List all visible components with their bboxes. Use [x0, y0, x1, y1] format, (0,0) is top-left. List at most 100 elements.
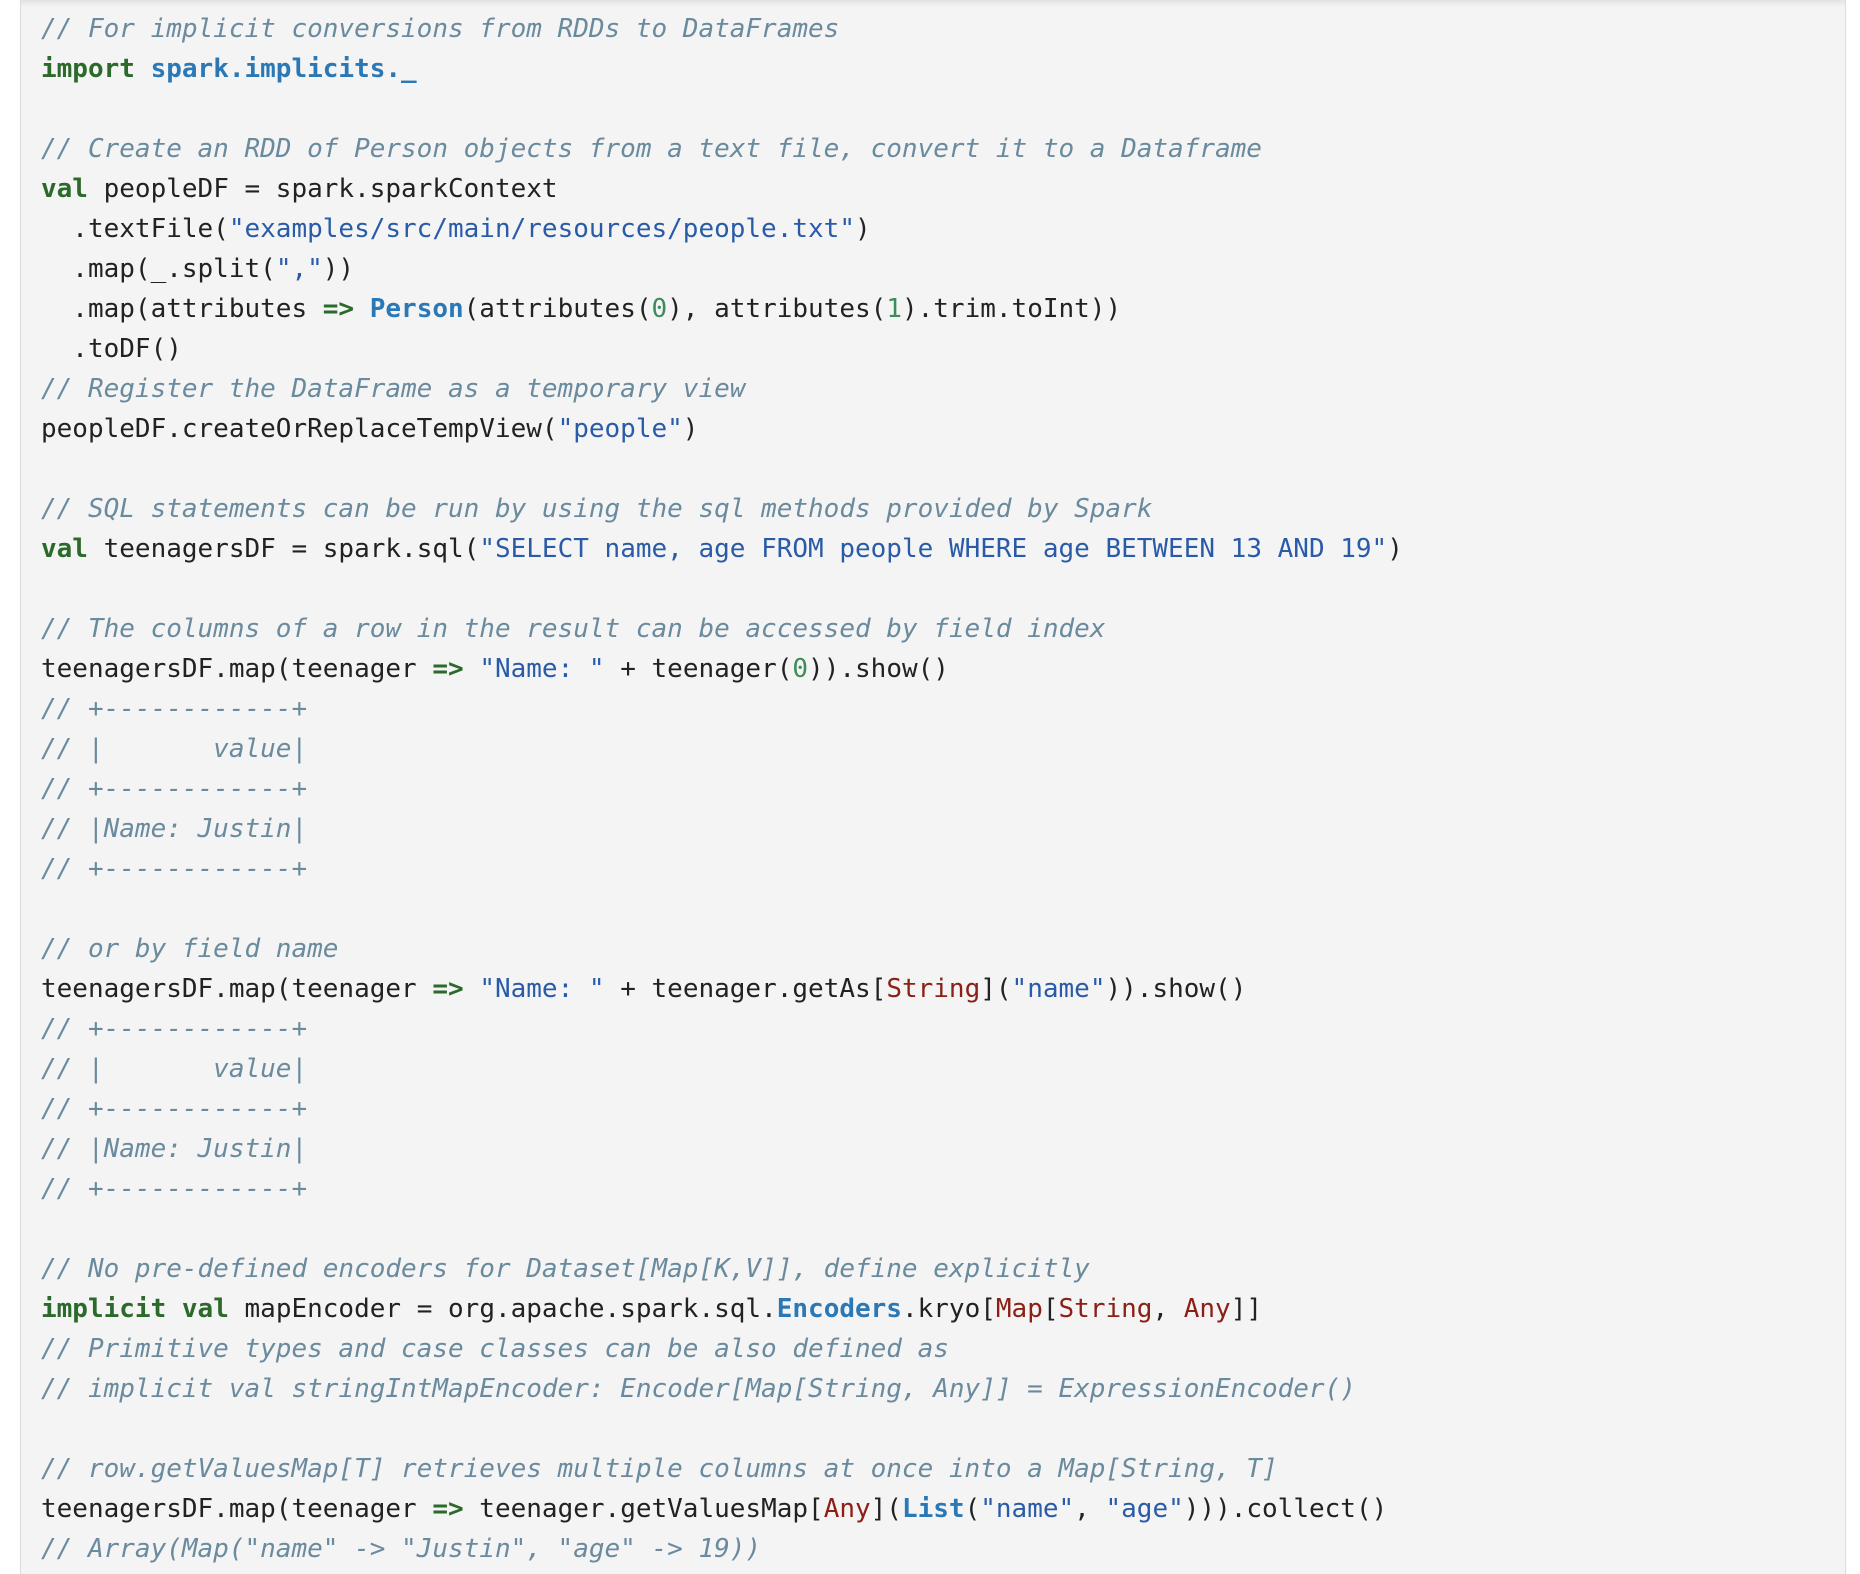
- code-token: Map: [995, 1294, 1043, 1324]
- code-token: )): [322, 254, 355, 284]
- code-token: ,: [1074, 1494, 1106, 1524]
- code-token: val: [181, 1294, 229, 1324]
- code-line: // | value|: [41, 729, 1845, 769]
- code-token: ]]: [1230, 1294, 1263, 1324]
- code-token: ): [682, 414, 699, 444]
- code-line: // Array(Map("name" -> "Justin", "age" -…: [41, 1529, 1845, 1569]
- code-token: teenager.getValuesMap[: [463, 1494, 824, 1524]
- code-token: // +------------+: [41, 694, 308, 724]
- code-token: peopleDF.createOrReplaceTempView(: [41, 414, 558, 444]
- code-line: teenagersDF.map(teenager => teenager.get…: [41, 1489, 1845, 1529]
- code-token: mapEncoder = org.apache.spark.sql.: [228, 1294, 777, 1324]
- code-line: // +------------+: [41, 1089, 1845, 1129]
- code-token: ](: [980, 974, 1012, 1004]
- code-token: teenagersDF.map(teenager: [41, 974, 433, 1004]
- code-block[interactable]: // For implicit conversions from RDDs to…: [20, 0, 1846, 1574]
- top-shadow: [21, 1, 1845, 7]
- code-token: List: [901, 1494, 965, 1524]
- page: // For implicit conversions from RDDs to…: [0, 0, 1860, 1574]
- code-token: .textFile(: [41, 214, 229, 244]
- code-token: )).show(): [1105, 974, 1247, 1004]
- code-token: implicit: [41, 1294, 167, 1324]
- code-line: // SQL statements can be run by using th…: [41, 489, 1845, 529]
- code-line: // +------------+: [41, 689, 1845, 729]
- code-line: val teenagersDF = spark.sql("SELECT name…: [41, 529, 1845, 569]
- code-token: ).trim.toInt)): [901, 294, 1122, 324]
- code-token: // +------------+: [41, 1094, 308, 1124]
- code-line: // or by field name: [41, 929, 1845, 969]
- code-token: teenagersDF.map(teenager: [41, 1494, 433, 1524]
- code-line: // The columns of a row in the result ca…: [41, 609, 1845, 649]
- code-token: .toDF(): [41, 334, 182, 364]
- code-line: teenagersDF.map(teenager => "Name: " + t…: [41, 649, 1845, 689]
- code-token: spark.implicits._: [150, 54, 417, 84]
- code-listing[interactable]: // For implicit conversions from RDDs to…: [21, 1, 1845, 1569]
- code-token: String: [886, 974, 981, 1004]
- code-token: // | value|: [41, 1054, 308, 1084]
- code-line: // Create an RDD of Person objects from …: [41, 129, 1845, 169]
- code-token: )).show(): [808, 654, 949, 684]
- code-token: "age": [1105, 1494, 1184, 1524]
- code-token: "examples/src/main/resources/people.txt": [228, 214, 855, 244]
- code-token: ): [854, 214, 871, 244]
- code-token: // Primitive types and case classes can …: [41, 1334, 949, 1364]
- code-token: "Name: ": [479, 654, 605, 684]
- code-token: + teenager(: [604, 654, 793, 684]
- code-line: // +------------+: [41, 1009, 1845, 1049]
- code-line: .toDF(): [41, 329, 1845, 369]
- code-line: teenagersDF.map(teenager => "Name: " + t…: [41, 969, 1845, 1009]
- code-token: // +------------+: [41, 1174, 308, 1204]
- code-line: // Primitive types and case classes can …: [41, 1329, 1845, 1369]
- code-token: // |Name: Justin|: [41, 814, 308, 844]
- code-token: Person: [369, 294, 464, 324]
- code-token: teenagersDF = spark.sql(: [87, 534, 480, 564]
- code-line: // +------------+: [41, 849, 1845, 889]
- code-token: ))).collect(): [1183, 1494, 1388, 1524]
- code-token: import: [41, 54, 135, 84]
- code-token: // No pre-defined encoders for Dataset[M…: [41, 1254, 1090, 1284]
- code-line: val peopleDF = spark.sparkContext: [41, 169, 1845, 209]
- code-token: ",": [275, 254, 323, 284]
- code-line: // No pre-defined encoders for Dataset[M…: [41, 1249, 1845, 1289]
- code-token: // +------------+: [41, 774, 308, 804]
- code-line: import spark.implicits._: [41, 49, 1845, 89]
- code-line: // |Name: Justin|: [41, 809, 1845, 849]
- code-token: "SELECT name, age FROM people WHERE age …: [479, 534, 1388, 564]
- code-token: ), attributes(: [667, 294, 887, 324]
- code-token: 0: [792, 654, 809, 684]
- code-token: ](: [870, 1494, 902, 1524]
- code-token: // For implicit conversions from RDDs to…: [41, 14, 840, 44]
- code-token: =>: [432, 1494, 464, 1524]
- code-token: 1: [886, 294, 902, 324]
- code-token: [: [1042, 1294, 1059, 1324]
- code-token: // row.getValuesMap[T] retrieves multipl…: [41, 1454, 1278, 1484]
- code-token: "people": [557, 414, 683, 444]
- code-token: // | value|: [41, 734, 308, 764]
- code-line: // +------------+: [41, 769, 1845, 809]
- code-line: // |Name: Justin|: [41, 1129, 1845, 1169]
- code-token: teenagersDF.map(teenager: [41, 654, 433, 684]
- code-token: // +------------+: [41, 854, 308, 884]
- code-token: (attributes(: [463, 294, 652, 324]
- code-line: .map(attributes => Person(attributes(0),…: [41, 289, 1845, 329]
- code-token: Encoders: [776, 1294, 902, 1324]
- code-token: "name": [980, 1494, 1075, 1524]
- code-token: (: [964, 1494, 981, 1524]
- code-token: // Array(Map("name" -> "Justin", "age" -…: [41, 1534, 762, 1564]
- code-token: String: [1058, 1294, 1153, 1324]
- code-token: // or by field name: [41, 934, 339, 964]
- code-token: =>: [432, 654, 464, 684]
- code-token: .kryo[: [901, 1294, 996, 1324]
- code-token: // Register the DataFrame as a temporary…: [41, 374, 746, 404]
- code-line: // | value|: [41, 1049, 1845, 1089]
- code-line: // For implicit conversions from RDDs to…: [41, 9, 1845, 49]
- code-token: // The columns of a row in the result ca…: [41, 614, 1106, 644]
